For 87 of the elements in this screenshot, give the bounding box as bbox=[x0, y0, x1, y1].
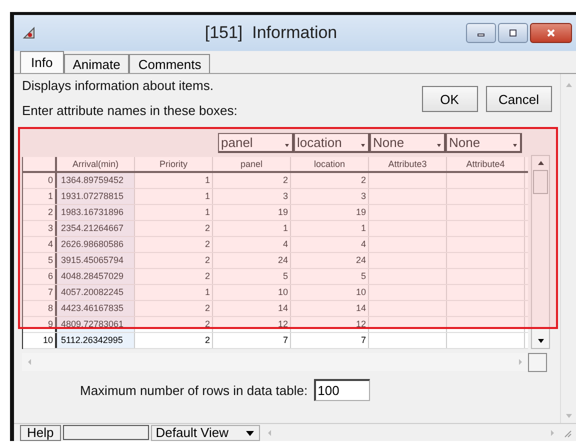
table-cell: 2 bbox=[135, 333, 213, 348]
table-cell: 2 bbox=[135, 301, 213, 316]
table-cell: 4423.46167835 bbox=[57, 301, 135, 316]
table-cell: 5112.26342995 bbox=[57, 333, 135, 348]
caret-icon bbox=[284, 142, 290, 148]
table-cell: 2 bbox=[135, 253, 213, 268]
maximize-button[interactable] bbox=[498, 23, 528, 43]
prompt-text: Enter attribute names in these boxes: bbox=[22, 103, 238, 118]
scroll-thumb[interactable] bbox=[533, 170, 548, 194]
ok-button[interactable]: OK bbox=[422, 86, 478, 112]
app-icon[interactable] bbox=[22, 26, 36, 40]
table-cell: 2 bbox=[291, 173, 369, 188]
table-cell: 19 bbox=[291, 205, 369, 220]
caret-icon bbox=[436, 142, 442, 148]
table-cell: 2 bbox=[135, 269, 213, 284]
table-cell: 4057.20082245 bbox=[57, 285, 135, 300]
table-cell: 1 bbox=[135, 285, 213, 300]
attribute-dropdown[interactable]: None bbox=[370, 133, 446, 153]
up-arrow-icon[interactable] bbox=[536, 159, 544, 167]
minimize-button[interactable] bbox=[466, 23, 496, 43]
table-cell: 5 bbox=[291, 269, 369, 284]
vertical-scrollbar[interactable] bbox=[531, 155, 550, 349]
table-cell: 1364.89759452 bbox=[57, 173, 135, 188]
table-cell: 2 bbox=[135, 221, 213, 236]
attribute-dropdown[interactable]: location bbox=[294, 133, 370, 153]
max-rows-field[interactable]: 100 bbox=[314, 379, 370, 401]
column-header[interactable]: location bbox=[291, 157, 369, 171]
right-arrow-icon[interactable] bbox=[516, 358, 524, 366]
table-cell: 12 bbox=[291, 317, 369, 332]
table-cell: 4809.72783061 bbox=[57, 317, 135, 332]
close-icon bbox=[546, 28, 556, 38]
column-header[interactable]: Priority bbox=[135, 157, 213, 171]
column-header[interactable]: Attribute4 bbox=[447, 157, 525, 171]
tab[interactable]: Animate bbox=[64, 54, 130, 73]
horizontal-scrollbar[interactable] bbox=[22, 353, 547, 371]
table-cell: 5 bbox=[213, 269, 291, 284]
down-arrow-icon[interactable] bbox=[536, 337, 544, 345]
caret-icon bbox=[360, 142, 366, 148]
attribute-dropdown[interactable]: panel bbox=[218, 133, 294, 153]
left-arrow-icon[interactable] bbox=[26, 358, 34, 366]
table-cell: 3915.45065794 bbox=[57, 253, 135, 268]
caret-icon bbox=[512, 142, 518, 148]
table-cell: 1 bbox=[291, 221, 369, 236]
attribute-dropdown[interactable]: None bbox=[446, 133, 522, 153]
table-cell: 24 bbox=[291, 253, 369, 268]
table-cell: 2354.21264667 bbox=[57, 221, 135, 236]
table-cell: 2 bbox=[213, 173, 291, 188]
table-cell: 3 bbox=[291, 189, 369, 204]
table-cell: 19 bbox=[213, 205, 291, 220]
resize-grip-icon[interactable] bbox=[562, 428, 572, 438]
help-button[interactable]: Help bbox=[20, 424, 61, 440]
table-cell: 14 bbox=[213, 301, 291, 316]
max-rows-label: Maximum number of rows in data table: bbox=[80, 382, 308, 398]
cancel-button[interactable]: Cancel bbox=[486, 86, 552, 112]
table-cell: 1983.16731896 bbox=[57, 205, 135, 220]
table-cell: 10 bbox=[291, 285, 369, 300]
table-cell: 10 bbox=[213, 285, 291, 300]
table-cell: 12 bbox=[213, 317, 291, 332]
view-dropdown[interactable]: Default View bbox=[150, 424, 260, 440]
column-header[interactable]: Attribute3 bbox=[369, 157, 447, 171]
table-cell: 7 bbox=[291, 333, 369, 348]
tab[interactable]: Comments bbox=[129, 54, 210, 73]
description-text: Displays information about items. bbox=[22, 78, 214, 93]
table-cell: 24 bbox=[213, 253, 291, 268]
table-cell: 14 bbox=[291, 301, 369, 316]
table-cell: 1 bbox=[213, 221, 291, 236]
table-cell: 7 bbox=[213, 333, 291, 348]
table-cell: 4 bbox=[291, 237, 369, 252]
table-cell: 1 bbox=[135, 173, 213, 188]
table-cell: 1 bbox=[135, 189, 213, 204]
table-cell: 2 bbox=[135, 317, 213, 332]
table-cell: 1931.07278815 bbox=[57, 189, 135, 204]
column-header[interactable]: Arrival(min) bbox=[57, 157, 135, 171]
left-arrow-icon[interactable] bbox=[266, 428, 274, 436]
scrollbar-corner bbox=[528, 352, 547, 372]
table-cell: 1 bbox=[135, 205, 213, 220]
tab[interactable]: Info bbox=[20, 51, 64, 73]
maximize-icon bbox=[508, 28, 518, 38]
column-header[interactable]: panel bbox=[213, 157, 291, 171]
window-title: [151] Information bbox=[204, 23, 338, 43]
table-cell: 2 bbox=[135, 237, 213, 252]
table-cell: 4 bbox=[213, 237, 291, 252]
table-cell: 4048.28457029 bbox=[57, 269, 135, 284]
close-button[interactable] bbox=[530, 23, 572, 43]
right-arrow-icon[interactable] bbox=[548, 428, 556, 436]
table-cell: 3 bbox=[213, 189, 291, 204]
table-cell: 2626.98680586 bbox=[57, 237, 135, 252]
